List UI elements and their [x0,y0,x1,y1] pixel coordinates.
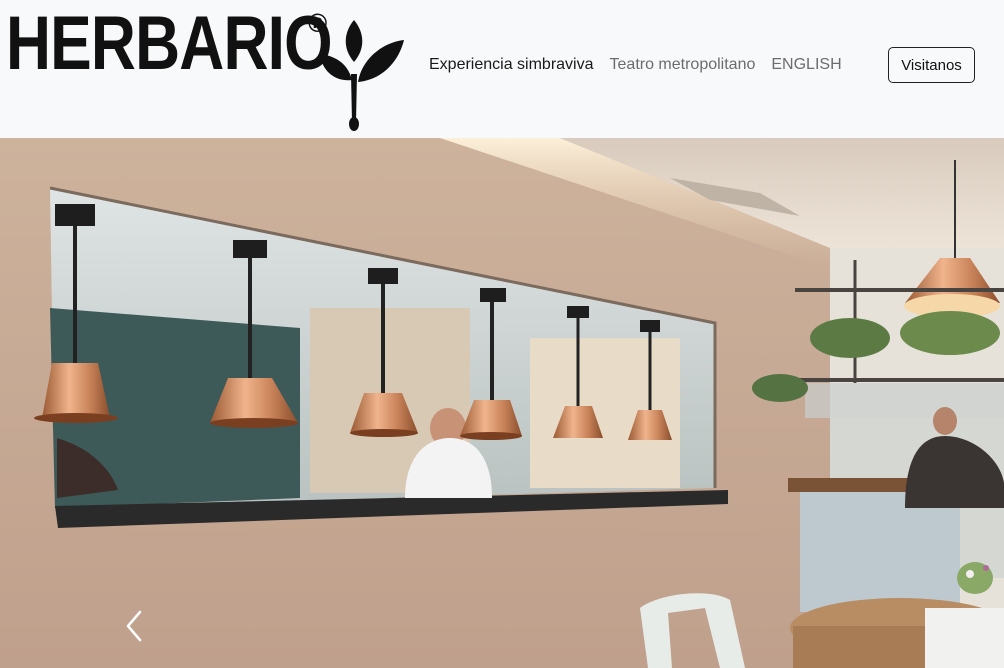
nav-link-english[interactable]: ENGLISH [771,56,841,74]
nav-link-experiencia[interactable]: Experiencia simbraviva [429,56,594,74]
brand-name: HERBARIO [6,1,333,86]
nav-link-teatro[interactable]: Teatro metropolitano [610,56,756,74]
visit-button[interactable]: Visitanos [888,47,975,83]
navbar: HERBARIO ® Experiencia simbraviva Teatro… [0,0,1004,138]
hero-image [0,138,1004,668]
nav-links: Experiencia simbraviva Teatro metropolit… [429,56,858,74]
brand-logo-link[interactable]: HERBARIO ® [6,1,404,131]
hero-carousel [0,138,1004,668]
sprout-logo-icon [320,20,404,131]
carousel-prev-chevron-left-icon[interactable] [120,608,150,644]
